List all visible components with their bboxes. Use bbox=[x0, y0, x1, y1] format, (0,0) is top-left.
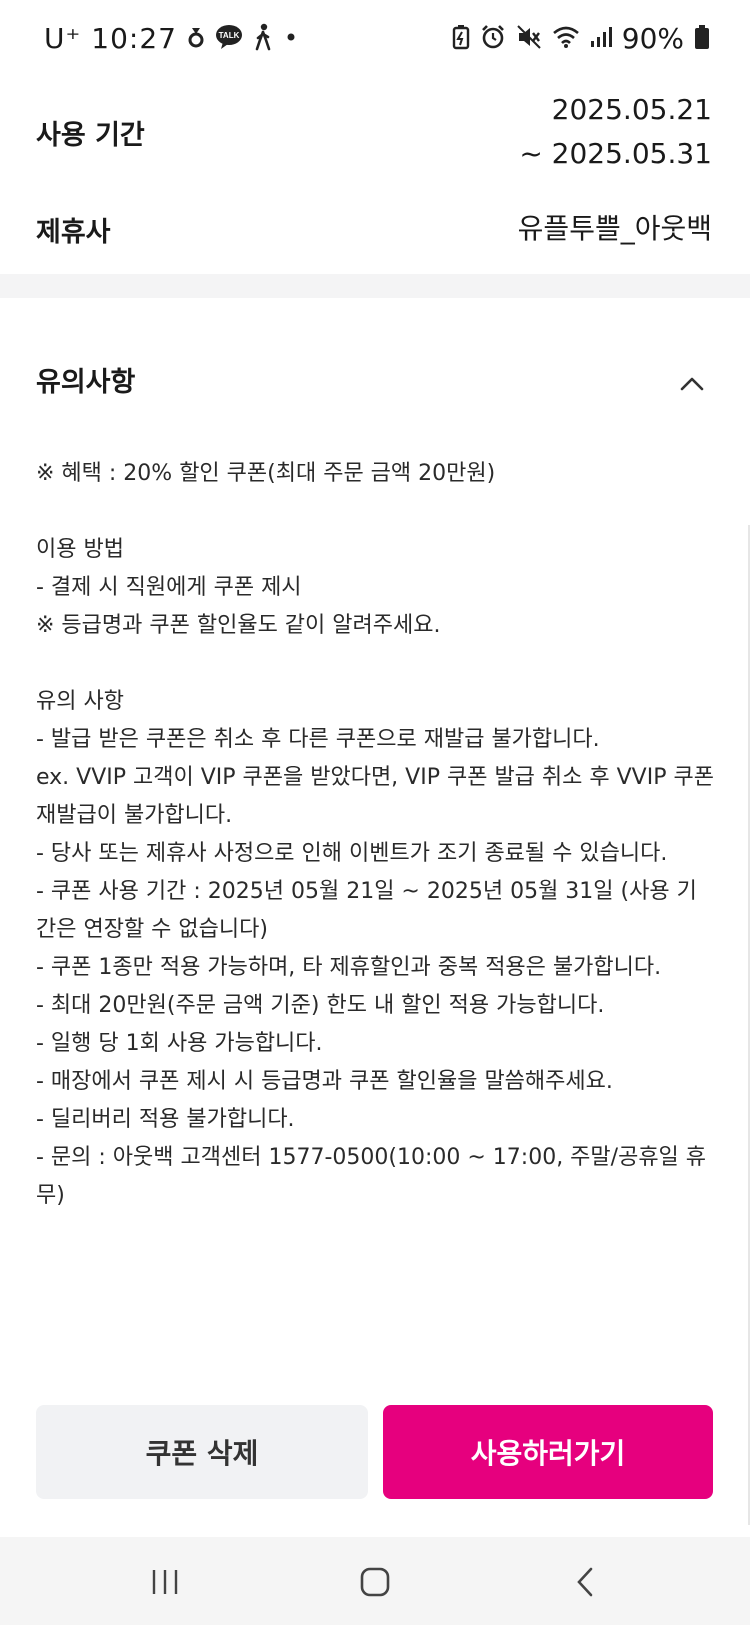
kakaotalk-icon: TALK bbox=[215, 24, 243, 54]
section-divider bbox=[0, 274, 750, 298]
period-label: 사용 기간 bbox=[36, 120, 145, 151]
battery-percent: 90% bbox=[621, 22, 684, 55]
notice-line: ※ 등급명과 쿠폰 할인율도 같이 알려주세요. bbox=[36, 613, 441, 638]
chevron-up-icon[interactable] bbox=[678, 370, 706, 398]
notice-line: - 발급 받은 쿠폰은 취소 후 다른 쿠폰으로 재발급 불가합니다. bbox=[36, 727, 600, 752]
status-bar-right: 90% bbox=[452, 22, 710, 55]
period-end: ~ 2025.05.31 bbox=[519, 137, 712, 170]
notice-line: - 당사 또는 제휴사 사정으로 인해 이벤트가 조기 종료될 수 있습니다. bbox=[36, 841, 668, 866]
status-bar: U⁺ 10:27 TALK 90% bbox=[0, 0, 750, 80]
kakao-badge-text: TALK bbox=[219, 31, 240, 40]
wifi-icon bbox=[552, 25, 580, 53]
notice-line: - 쿠폰 1종만 적용 가능하며, 타 제휴할인과 중복 적용은 불가합니다. bbox=[36, 955, 662, 980]
use-coupon-button[interactable]: 사용하러가기 bbox=[383, 1405, 713, 1499]
battery-icon bbox=[694, 24, 710, 54]
period-start: 2025.05.21 bbox=[551, 93, 712, 126]
use-coupon-label: 사용하러가기 bbox=[470, 1437, 626, 1470]
delete-coupon-button[interactable]: 쿠폰 삭제 bbox=[36, 1405, 368, 1499]
mute-icon bbox=[516, 24, 542, 54]
carrier-label: U⁺ bbox=[44, 22, 82, 55]
notice-gap bbox=[36, 645, 716, 683]
notification-dot-icon bbox=[187, 24, 205, 54]
notice-line: - 결제 시 직원에게 쿠폰 제시 bbox=[36, 575, 302, 600]
notice-body: ※ 혜택 : 20% 할인 쿠폰(최대 주문 금액 20만원) 이용 방법 - 결제… bbox=[36, 455, 716, 1215]
notice-gap bbox=[36, 493, 716, 531]
notice-line: 유의 사항 bbox=[36, 689, 124, 714]
notice-line: ※ 혜택 : 20% 할인 쿠폰(최대 주문 금액 20만원) bbox=[36, 461, 496, 486]
notice-line: ex. VVIP 고객이 VIP 쿠폰을 받았다면, VIP 쿠폰 발급 취소 … bbox=[36, 765, 714, 828]
notice-line: - 최대 20만원(주문 금액 기준) 한도 내 할인 적용 가능합니다. bbox=[36, 993, 605, 1018]
dot-icon bbox=[283, 29, 299, 49]
notice-line: - 딜리버리 적용 불가합니다. bbox=[36, 1107, 295, 1132]
navigation-bar bbox=[0, 1537, 750, 1625]
notice-line: - 일행 당 1회 사용 가능합니다. bbox=[36, 1031, 323, 1056]
clock-time: 10:27 bbox=[91, 22, 177, 55]
delete-coupon-label: 쿠폰 삭제 bbox=[145, 1437, 259, 1470]
alarm-icon bbox=[480, 24, 506, 54]
period-value: 2025.05.21 ~ 2025.05.31 bbox=[519, 88, 712, 176]
notice-line: - 쿠폰 사용 기간 : 2025년 05월 21일 ~ 2025년 05월 3… bbox=[36, 879, 697, 942]
walking-icon bbox=[253, 23, 273, 55]
partner-label: 제휴사 bbox=[36, 217, 111, 248]
battery-saver-icon bbox=[452, 24, 470, 54]
home-icon[interactable] bbox=[350, 1557, 400, 1607]
signal-icon bbox=[590, 25, 612, 53]
back-icon[interactable] bbox=[560, 1557, 610, 1607]
notice-line: - 문의 : 아웃백 고객센터 1577-0500(10:00 ~ 17:00,… bbox=[36, 1145, 707, 1208]
recents-icon[interactable] bbox=[140, 1557, 190, 1607]
status-bar-left: U⁺ 10:27 TALK bbox=[44, 22, 299, 55]
notice-title: 유의사항 bbox=[36, 367, 136, 398]
notice-line: - 매장에서 쿠폰 제시 시 등급명과 쿠폰 할인율을 말씀해주세요. bbox=[36, 1069, 613, 1094]
notice-line: 이용 방법 bbox=[36, 537, 124, 562]
partner-value: 유플투쁠_아웃백 bbox=[517, 212, 712, 245]
